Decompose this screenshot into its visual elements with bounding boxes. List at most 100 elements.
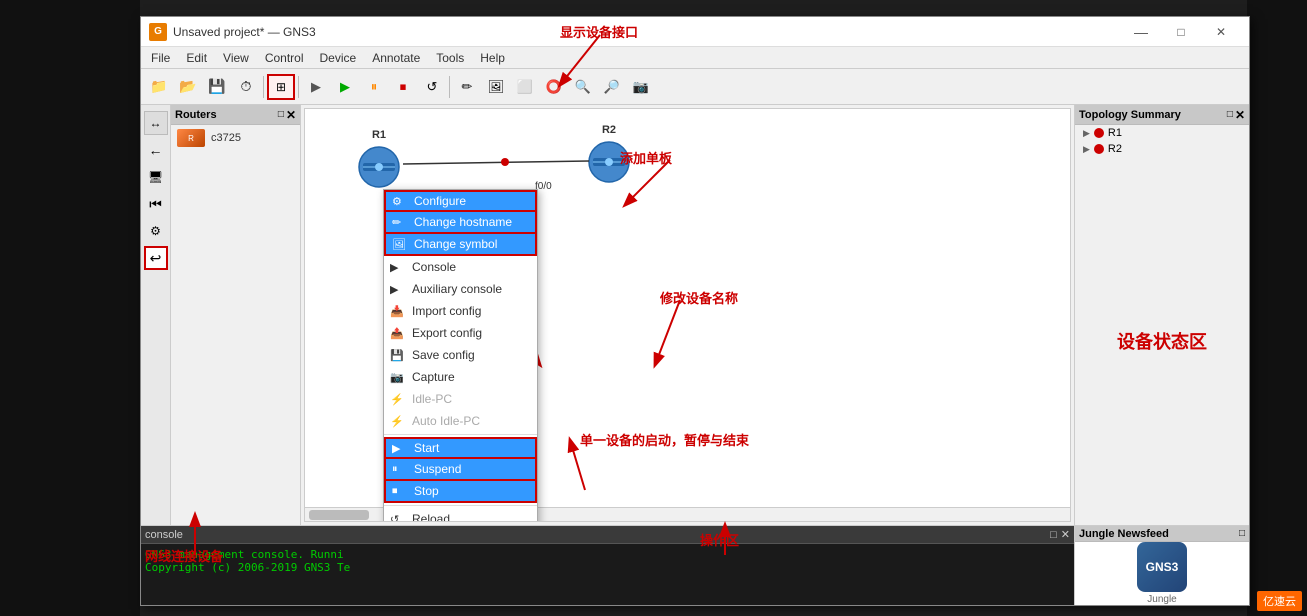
tb-image-btn[interactable]: 🖼 [482, 74, 510, 100]
watermark-yisu: 亿速云 [1257, 591, 1302, 611]
cm-console[interactable]: ▶ Console [384, 256, 537, 278]
cm-suspend-icon: ⏸ [392, 463, 398, 476]
cm-start-label: Start [414, 441, 439, 455]
console-line-1: GNS3 management console. Runni [145, 548, 1070, 561]
cm-stop[interactable]: ⏹ Stop [384, 481, 537, 503]
menu-device[interactable]: Device [312, 49, 365, 67]
tool-desktop[interactable]: 🖥 [144, 165, 168, 189]
topology-title: Topology Summary [1079, 109, 1227, 121]
tb-zoom-out-btn[interactable]: 🔎 [598, 74, 626, 100]
menu-tools[interactable]: Tools [428, 49, 472, 67]
news-title: Jungle Newsfeed [1079, 528, 1239, 540]
tb-start-all-btn[interactable]: ▶ [331, 74, 359, 100]
topology-panel: Topology Summary □ ✕ ▶ R1 ▶ R2 设备状态区 [1074, 105, 1249, 525]
tb-ellipse-btn[interactable]: ⭕ [540, 74, 568, 100]
menu-view[interactable]: View [215, 49, 257, 67]
cm-change-hostname[interactable]: ✏ Change hostname [384, 212, 537, 234]
close-button[interactable]: ✕ [1201, 18, 1241, 46]
topology-item-r2[interactable]: ▶ R2 [1075, 141, 1249, 157]
cm-configure[interactable]: ⚙ Configure [384, 190, 537, 212]
cm-save-config[interactable]: 💾 Save config [384, 344, 537, 366]
device-panel-title: Routers [175, 109, 278, 121]
cm-export-label: Export config [412, 326, 482, 340]
cm-symbol-label: Change symbol [414, 237, 497, 251]
tb-rect-btn[interactable]: ⬜ [511, 74, 539, 100]
tb-save-btn[interactable]: 💾 [203, 74, 231, 100]
tool-back[interactable]: ← [144, 138, 168, 162]
r1-topo-label: R1 [1108, 127, 1122, 139]
device-panel-header: Routers □ ✕ [171, 105, 300, 125]
tb-stop-btn[interactable]: ⏹ [389, 74, 417, 100]
cm-capture[interactable]: 📷 Capture [384, 366, 537, 388]
tb-edit-btn[interactable]: ✏ [453, 74, 481, 100]
cm-start[interactable]: ▶ Start [384, 437, 537, 459]
menu-file[interactable]: File [143, 49, 178, 67]
cm-configure-label: Configure [414, 194, 466, 208]
maximize-button[interactable]: □ [1161, 18, 1201, 46]
router-r1[interactable]: R1 [355, 129, 403, 191]
tb-console-btn[interactable]: ▶ [302, 74, 330, 100]
cm-save-icon: 💾 [390, 349, 404, 362]
window-title: Unsaved project* — GNS3 [173, 25, 1121, 39]
tb-open-btn[interactable]: 📁 [145, 74, 173, 100]
title-bar: G Unsaved project* — GNS3 — □ ✕ [141, 17, 1249, 47]
cm-reload[interactable]: ↺ Reload [384, 508, 537, 522]
device-item-c3725[interactable]: R c3725 [171, 125, 300, 151]
toolbar-separator-1 [263, 76, 264, 98]
tool-prev[interactable]: ⏮ [144, 192, 168, 216]
console-container: console □ ✕ GNS3 management console. Run… [141, 526, 1074, 605]
cm-auto-idle[interactable]: ⚡ Auto Idle-PC [384, 410, 537, 432]
ann-show-interface: 显示设备接口 [560, 22, 638, 41]
tool-rotate[interactable]: ↩ [144, 246, 168, 270]
tool-settings[interactable]: ⚙ [144, 219, 168, 243]
main-content: ↔ ← 🖥 ⏮ ⚙ ↩ Routers □ ✕ R c372 [141, 105, 1249, 525]
tb-show-interface-btn[interactable]: ⊞ [267, 74, 295, 100]
news-content: GNS3 Jungle [1075, 542, 1249, 605]
cm-aux-console[interactable]: ▶ Auxiliary console [384, 278, 537, 300]
topology-header: Topology Summary □ ✕ [1075, 105, 1249, 125]
menu-edit[interactable]: Edit [178, 49, 215, 67]
ann-start-stop: 单一设备的启动，暂停与结束 [580, 430, 749, 449]
toolbar: 📁 📂 💾 ⏱ ⊞ ▶ ▶ ⏸ ⏹ ↺ ✏ 🖼 ⬜ ⭕ 🔍 🔎 📷 [141, 69, 1249, 105]
menu-help[interactable]: Help [472, 49, 513, 67]
menu-control[interactable]: Control [257, 49, 312, 67]
panel-expand-icon[interactable]: □ [278, 109, 284, 120]
console-close[interactable]: ✕ [1061, 528, 1070, 541]
ann-operation-area: 操作区 [700, 530, 739, 549]
cm-suspend-label: Suspend [414, 462, 461, 476]
cm-idle-label: Idle-PC [412, 392, 452, 406]
tb-timer-btn[interactable]: ⏱ [232, 74, 260, 100]
tb-new-btn[interactable]: 📂 [174, 74, 202, 100]
topology-expand[interactable]: □ [1227, 109, 1233, 120]
panel-close-icon[interactable]: ✕ [286, 108, 296, 122]
ann-network-connect: 网线连接设备 [145, 546, 223, 565]
toolbar-separator-3 [449, 76, 450, 98]
tb-pause-btn[interactable]: ⏸ [360, 74, 388, 100]
tb-zoom-in-btn[interactable]: 🔍 [569, 74, 597, 100]
cm-change-symbol[interactable]: 🖼 Change symbol [384, 234, 537, 256]
console-expand[interactable]: □ [1050, 529, 1057, 541]
cm-symbol-icon: 🖼 [392, 238, 406, 251]
cm-idle-pc[interactable]: ⚡ Idle-PC [384, 388, 537, 410]
tb-screenshot-btn[interactable]: 📷 [627, 74, 655, 100]
r2-status-dot [1094, 144, 1104, 154]
topology-close[interactable]: ✕ [1235, 108, 1245, 122]
news-expand[interactable]: □ [1239, 528, 1245, 539]
cm-import-config[interactable]: 📥 Import config [384, 300, 537, 322]
tb-reload-btn[interactable]: ↺ [418, 74, 446, 100]
app-icon: G [149, 23, 167, 41]
minimize-button[interactable]: — [1121, 18, 1161, 46]
cm-export-config[interactable]: 📤 Export config [384, 322, 537, 344]
tool-move[interactable]: ↔ [144, 111, 168, 135]
cm-import-icon: 📥 [390, 305, 404, 318]
gns3-logo-text: GNS3 [1146, 560, 1179, 574]
cm-separator-2 [384, 505, 537, 506]
topology-item-r1[interactable]: ▶ R1 [1075, 125, 1249, 141]
console-line-2: Copyright (c) 2006-2019 GNS3 Te [145, 561, 1070, 574]
console-output[interactable]: GNS3 management console. Runni Copyright… [141, 544, 1074, 605]
cm-reload-icon: ↺ [390, 513, 399, 523]
canvas[interactable]: R1 R2 [304, 108, 1071, 522]
cm-suspend[interactable]: ⏸ Suspend [384, 459, 537, 481]
menu-annotate[interactable]: Annotate [364, 49, 428, 67]
device-name: c3725 [211, 132, 241, 144]
